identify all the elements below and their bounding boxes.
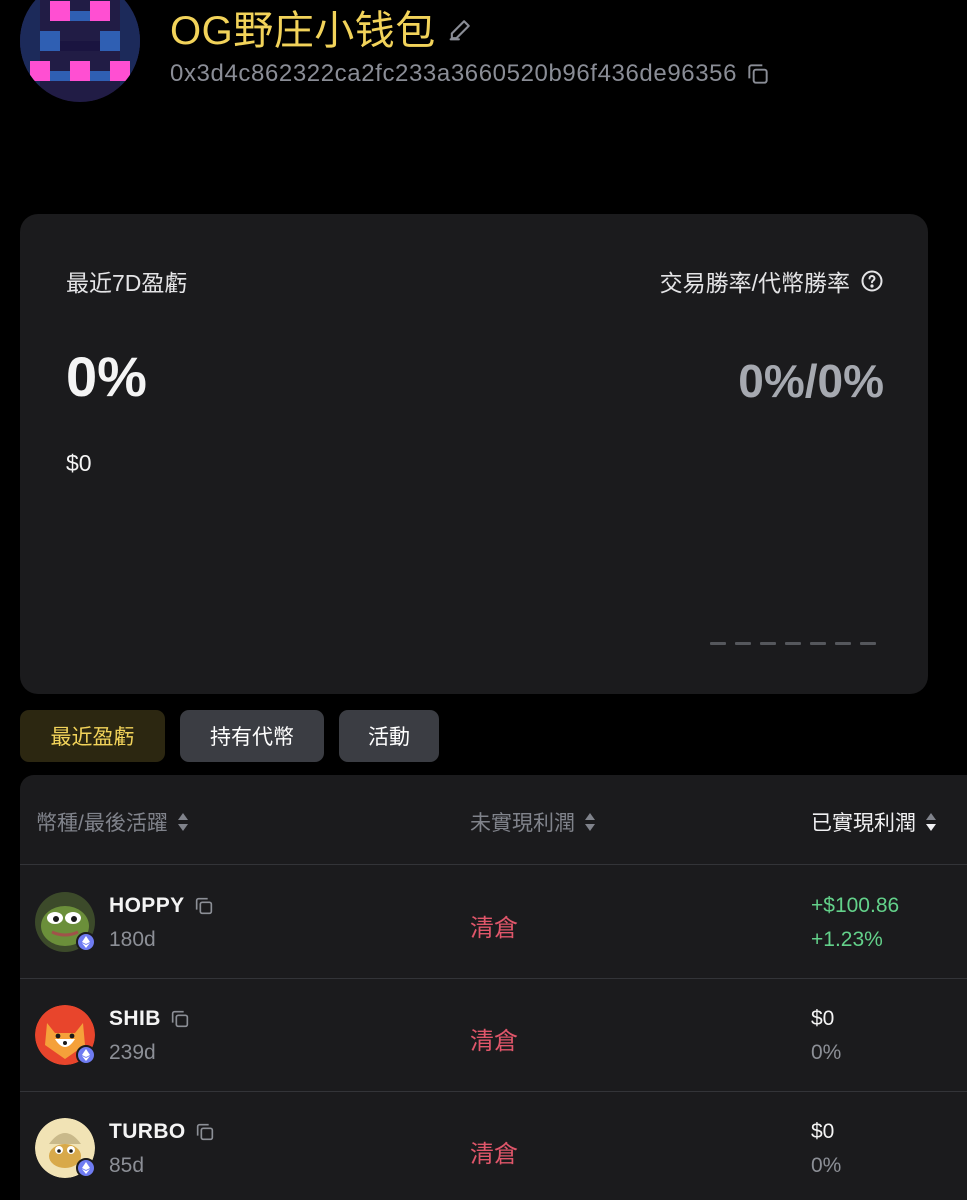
mini-chart-bar bbox=[760, 642, 776, 645]
table-header: 幣種/最後活躍 未實現利潤 已實現利潤 bbox=[20, 775, 967, 865]
sort-icon bbox=[585, 813, 595, 831]
table-row[interactable]: SHIB 239d 清倉 $0 0% bbox=[20, 979, 967, 1092]
mini-chart-bar bbox=[810, 642, 826, 645]
wallet-avatar bbox=[20, 0, 140, 102]
unrealized-status: 清倉 bbox=[470, 1028, 518, 1055]
column-header-label: 幣種/最後活躍 bbox=[36, 812, 168, 835]
mini-chart-bar bbox=[835, 642, 851, 645]
help-icon[interactable] bbox=[860, 269, 884, 293]
column-token-sort[interactable]: 幣種/最後活躍 bbox=[36, 807, 190, 837]
pnl-label: 最近7D盈虧 bbox=[66, 270, 188, 296]
wallet-name: OG野庄小钱包 bbox=[170, 9, 436, 53]
tab-holdings[interactable]: 持有代幣 bbox=[180, 710, 324, 762]
winrate-label-row: 交易勝率/代幣勝率 bbox=[660, 264, 884, 298]
mini-chart-bar bbox=[735, 642, 751, 645]
realized-value: $0 bbox=[811, 1007, 835, 1030]
realized-percent: +1.23% bbox=[811, 928, 883, 951]
unrealized-status: 清倉 bbox=[470, 1141, 518, 1168]
token-symbol: TURBO bbox=[109, 1120, 186, 1143]
pnl-summary-card: 最近7D盈虧 交易勝率/代幣勝率 0% 0%/0% $0 bbox=[20, 214, 928, 694]
realized-value: $0 bbox=[811, 1120, 835, 1143]
copy-token-icon[interactable] bbox=[193, 895, 215, 917]
sort-desc-icon bbox=[926, 813, 936, 831]
pnl-usd: $0 bbox=[66, 450, 92, 476]
mini-chart-bar bbox=[785, 642, 801, 645]
token-name-row: TURBO bbox=[109, 1120, 216, 1144]
copy-address-icon[interactable] bbox=[745, 61, 771, 87]
table-row[interactable]: HOPPY 180d 清倉 +$100.86 +1.23% bbox=[20, 866, 967, 979]
token-symbol: HOPPY bbox=[109, 894, 185, 917]
table-row[interactable]: TURBO 85d 清倉 $0 0% bbox=[20, 1092, 967, 1200]
realized-percent: 0% bbox=[811, 1154, 842, 1177]
column-unrealized-sort[interactable]: 未實現利潤 bbox=[470, 807, 597, 837]
ethereum-chain-icon bbox=[76, 1045, 96, 1065]
tab-recent-pnl[interactable]: 最近盈虧 bbox=[20, 710, 165, 762]
pnl-table: 幣種/最後活躍 未實現利潤 已實現利潤 HOPPY 180d 清倉 +$100.… bbox=[20, 775, 967, 1200]
ethereum-chain-icon bbox=[76, 932, 96, 952]
tab-activity[interactable]: 活動 bbox=[339, 710, 439, 762]
column-header-label: 已實現利潤 bbox=[811, 812, 916, 835]
wallet-address: 0x3d4c862322ca2fc233a3660520b96f436de963… bbox=[170, 60, 738, 87]
token-last-active: 180d bbox=[109, 928, 156, 951]
copy-token-icon[interactable] bbox=[169, 1008, 191, 1030]
winrate-label: 交易勝率/代幣勝率 bbox=[659, 270, 850, 296]
token-name-row: SHIB bbox=[109, 1007, 191, 1031]
realized-percent: 0% bbox=[811, 1041, 842, 1064]
ethereum-chain-icon bbox=[76, 1158, 96, 1178]
token-symbol: SHIB bbox=[109, 1007, 161, 1030]
sort-icon bbox=[177, 813, 188, 831]
tab-bar: 最近盈虧 持有代幣 活動 bbox=[20, 710, 439, 762]
realized-value: +$100.86 bbox=[811, 894, 900, 917]
edit-icon[interactable] bbox=[446, 16, 474, 44]
token-name-row: HOPPY bbox=[109, 894, 215, 918]
pnl-mini-chart bbox=[710, 642, 876, 645]
column-header-label: 未實現利潤 bbox=[470, 812, 575, 835]
mini-chart-bar bbox=[860, 642, 876, 645]
token-last-active: 239d bbox=[109, 1041, 156, 1064]
token-last-active: 85d bbox=[109, 1154, 145, 1177]
wallet-name-row: OG野庄小钱包 bbox=[170, 4, 474, 53]
mini-chart-bar bbox=[710, 642, 726, 645]
wallet-address-row: 0x3d4c862322ca2fc233a3660520b96f436de963… bbox=[170, 60, 771, 88]
copy-token-icon[interactable] bbox=[194, 1121, 216, 1143]
column-realized-sort[interactable]: 已實現利潤 bbox=[811, 807, 938, 837]
unrealized-status: 清倉 bbox=[470, 915, 518, 942]
pnl-percent: 0% bbox=[66, 345, 147, 408]
winrate-value: 0%/0% bbox=[738, 355, 884, 407]
